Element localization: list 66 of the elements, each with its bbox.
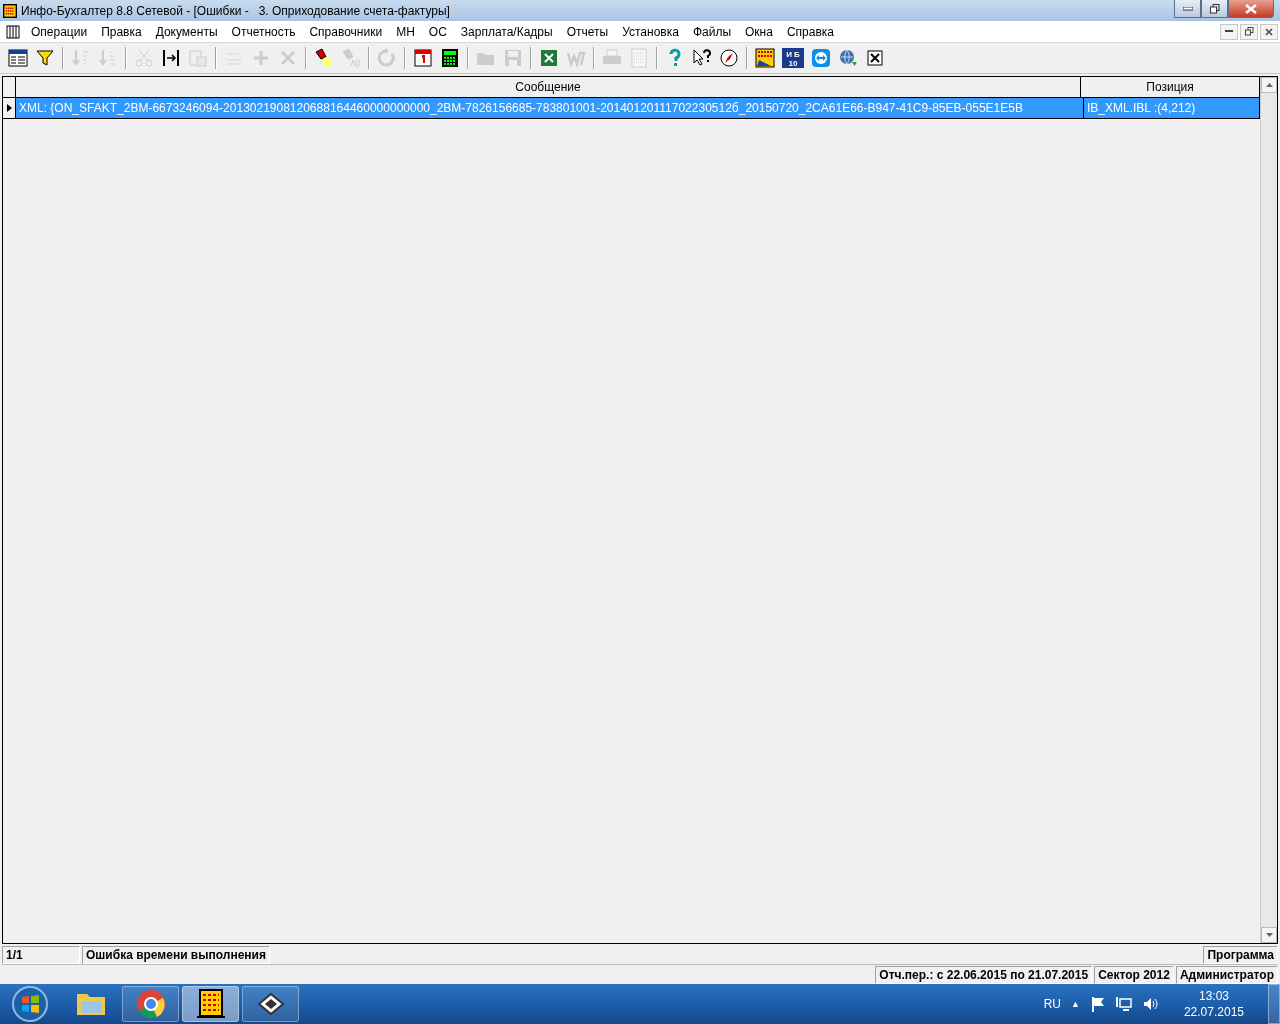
menu-item[interactable]: Правка	[94, 22, 149, 41]
browser-icon	[134, 988, 167, 1020]
menu-item[interactable]: Справка	[779, 22, 841, 41]
network-icon[interactable]	[1115, 996, 1132, 1012]
flag-icon[interactable]	[1089, 996, 1106, 1012]
minimize-icon	[1225, 30, 1233, 33]
menu-item[interactable]: Операции	[24, 22, 95, 41]
menu-item[interactable]: МН	[389, 22, 422, 41]
spreadsheet-icon[interactable]	[539, 48, 559, 68]
scroll-down-button[interactable]	[1261, 927, 1277, 943]
menu-item[interactable]: Установка	[615, 22, 686, 41]
menu-item[interactable]: Отчетность	[224, 22, 303, 41]
filter-icon[interactable]	[35, 48, 55, 68]
grid-icon[interactable]	[8, 48, 28, 68]
globe-icon[interactable]	[838, 48, 858, 68]
close-button[interactable]	[1260, 23, 1278, 40]
status-field: Администратор	[1175, 965, 1278, 984]
close-icon[interactable]	[865, 48, 885, 68]
menu-item[interactable]: Документы	[148, 22, 225, 41]
show-desktop-button[interactable]	[1268, 984, 1280, 1024]
volume-icon[interactable]	[1141, 996, 1160, 1012]
compass-icon[interactable]	[719, 48, 739, 68]
close-icon	[1265, 27, 1273, 36]
document-icon	[6, 24, 20, 39]
close-icon	[1245, 3, 1257, 14]
restore-button[interactable]	[1240, 23, 1258, 40]
restore-button[interactable]	[1201, 0, 1228, 18]
up-arrow-icon	[1265, 83, 1273, 87]
app-logo-icon	[3, 3, 17, 18]
menu-item[interactable]: Окна	[738, 22, 780, 41]
taskbar-app-button[interactable]	[182, 986, 239, 1022]
restore-icon	[1244, 27, 1254, 36]
app-logo-icon[interactable]	[755, 48, 775, 68]
window-title: Инфо-Бухгалтер 8.8 Сетевой - [Ошибки - 3. Оприходование счета-фактуры]	[21, 3, 451, 18]
table-cell: IB_XML.IBL :(4,212)	[1084, 98, 1260, 118]
restore-icon	[1209, 3, 1220, 14]
record-counter: 1/1	[2, 945, 80, 964]
minimize-button[interactable]	[1174, 0, 1201, 18]
menu-item[interactable]: Отчеты	[559, 22, 616, 41]
remote-control-icon[interactable]	[811, 48, 831, 68]
status-message: Ошибка времени выполнения	[82, 945, 270, 964]
clock[interactable]: 13:03 22.07.2015	[1177, 988, 1250, 1020]
scrollbar[interactable]	[1260, 77, 1277, 943]
menu-item[interactable]: Справочники	[302, 22, 390, 41]
column-header[interactable]: Сообщение	[16, 77, 1081, 97]
minimize-icon	[1182, 6, 1193, 11]
menu-item[interactable]: Зарплата/Кадры	[453, 22, 560, 41]
status-field: Отч.пер.: с 22.06.2015 по 21.07.2015	[875, 965, 1093, 984]
language-indicator[interactable]: RU	[1043, 997, 1061, 1011]
table-cell: XML: {ON_SFAKT_2BM-6673246094-2013021908120688164460000000000_2BM-7826156685-783801001-20140120111702230512б_20150720_2CA61E66-B947-41C9-85EB-055E1E5B	[16, 98, 1084, 118]
pointer-help-icon[interactable]	[692, 48, 712, 68]
close-button[interactable]	[1228, 0, 1274, 18]
app-badge-button[interactable]: И Б 10	[782, 48, 804, 68]
tray-toggle[interactable]: ▲	[1071, 999, 1080, 1009]
taskbar-app-button[interactable]	[242, 986, 299, 1022]
status-source: Программа	[1203, 945, 1278, 964]
status-field: Сектор 2012	[1094, 965, 1174, 984]
row-pointer-icon	[6, 104, 12, 112]
menu-item[interactable]: ОС	[421, 22, 454, 41]
down-arrow-icon	[1265, 933, 1273, 937]
menu-item[interactable]: Файлы	[685, 22, 738, 41]
swap-icon[interactable]	[161, 48, 181, 68]
minimize-button[interactable]	[1220, 23, 1238, 40]
calendar-icon[interactable]	[413, 48, 433, 68]
calculator-icon[interactable]	[440, 48, 460, 68]
scroll-up-button[interactable]	[1261, 77, 1277, 93]
